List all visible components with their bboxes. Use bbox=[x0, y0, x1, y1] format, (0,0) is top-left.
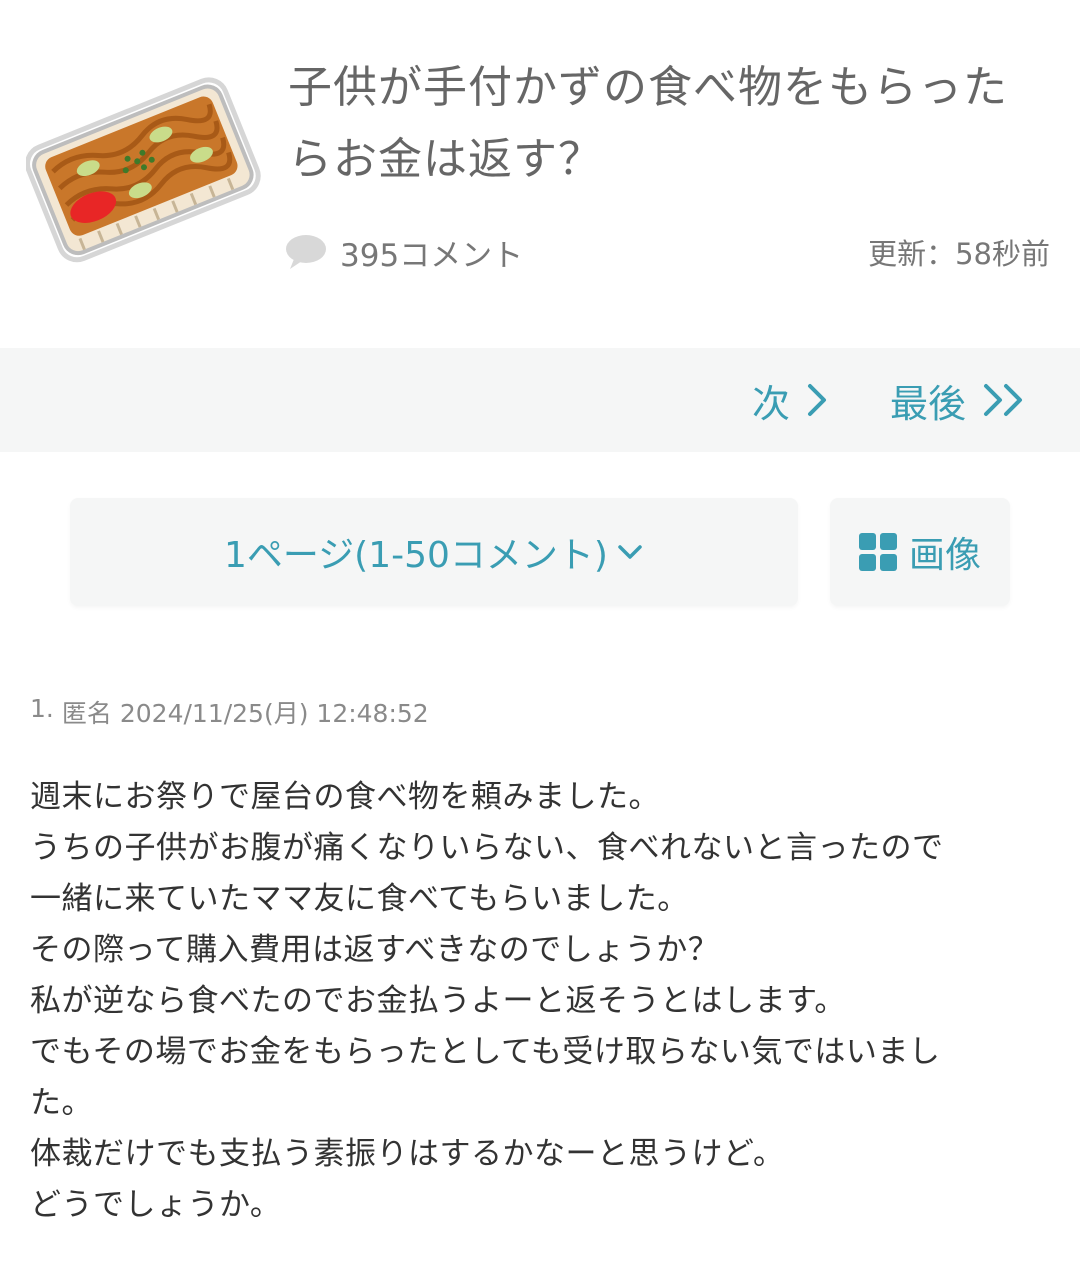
chevron-down-icon bbox=[618, 545, 642, 559]
updated-time-label: 更新：58秒前 bbox=[868, 237, 1050, 271]
last-page-label: 最後 bbox=[890, 381, 967, 426]
page-select-label: 1ページ(1-50コメント) bbox=[224, 535, 608, 576]
comment-number[interactable]: 1. bbox=[30, 694, 54, 730]
double-chevron-right-icon bbox=[984, 384, 1023, 416]
grid-icon bbox=[858, 533, 897, 571]
comment-line: 週末にお祭りで屋台の食べ物を頼みました。 bbox=[30, 779, 660, 815]
comment-line: た。 bbox=[30, 1085, 93, 1121]
yakisoba-pack-image[interactable] bbox=[26, 68, 262, 264]
comment-line: どうでしょうか。 bbox=[30, 1187, 282, 1223]
thread-header: 子供が手付かずの食べ物をもらった らお金は返す？ 395コメント 更新：58秒前 bbox=[0, 0, 1080, 348]
comment-line: その際って購入費用は返すべきなのでしょうか？ bbox=[30, 932, 720, 968]
comment-line: 一緒に来ていたママ友に食べてもらいました。 bbox=[30, 881, 689, 917]
comment-line: でもその場でお金をもらったとしても受け取らない気ではいまし bbox=[30, 1034, 941, 1070]
thread-title: 子供が手付かずの食べ物をもらった らお金は返す？ bbox=[288, 52, 1048, 196]
thread-title-line-2: らお金は返す？ bbox=[288, 134, 603, 185]
comment-line: 私が逆なら食べたのでお金払うよーと返そうとはします。 bbox=[30, 983, 846, 1019]
next-page-link[interactable]: 次 bbox=[752, 348, 830, 452]
updated-time: 更新：58秒前 bbox=[868, 228, 1050, 276]
next-page-label: 次 bbox=[752, 381, 791, 426]
comment-date: 2024/11/25(月) 12:48:52 bbox=[119, 699, 429, 728]
speech-bubble-icon bbox=[286, 235, 326, 269]
comment-body: 週末にお祭りで屋台の食べ物を頼みました。 うちの子供がお腹が痛くなりいらない、食… bbox=[30, 772, 1050, 1231]
pager-bar: 次 最後 bbox=[0, 348, 1080, 452]
thread-title-line-1: 子供が手付かずの食べ物をもらった bbox=[288, 62, 1008, 113]
comment-author: 匿名 bbox=[61, 699, 112, 728]
comment-line: 体裁だけでも支払う素振りはするかなーと思うけど。 bbox=[30, 1136, 785, 1172]
comment-count[interactable]: 395コメント bbox=[284, 228, 523, 276]
last-page-link[interactable]: 最後 bbox=[890, 348, 1030, 452]
page-select-dropdown[interactable]: 1ページ(1-50コメント) bbox=[70, 498, 798, 606]
chevron-right-icon bbox=[808, 384, 827, 416]
comment-line: うちの子供がお腹が痛くなりいらない、食べれないと言ったので bbox=[30, 830, 944, 866]
images-button-label: 画像 bbox=[908, 535, 981, 576]
comment-header: 1. 匿名 2024/11/25(月) 12:48:52 bbox=[30, 694, 429, 730]
comment-count-label: 395コメント bbox=[340, 237, 524, 274]
thread-page: 子供が手付かずの食べ物をもらった らお金は返す？ 395コメント 更新：58秒前… bbox=[0, 0, 1080, 1288]
images-button[interactable]: 画像 bbox=[830, 498, 1010, 606]
